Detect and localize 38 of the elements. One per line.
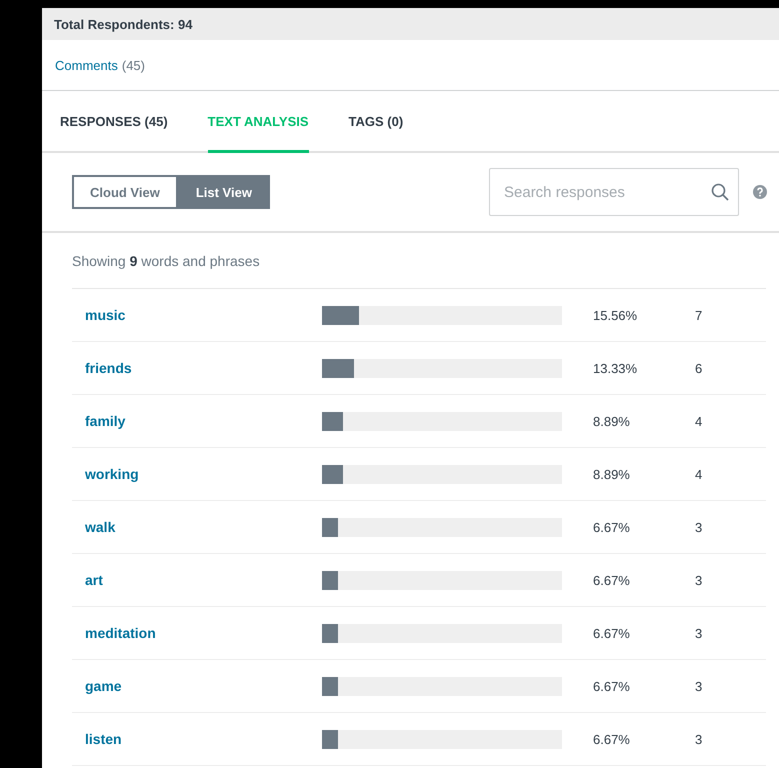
results-summary: Showing 9 words and phrases bbox=[72, 233, 766, 289]
percentage: 6.67% bbox=[593, 572, 631, 588]
word-link[interactable]: listen bbox=[72, 731, 322, 747]
word-link[interactable]: walk bbox=[72, 519, 322, 535]
help-icon[interactable] bbox=[753, 185, 767, 199]
view-toggle-button[interactable]: List View bbox=[178, 175, 270, 209]
percentage: 6.67% bbox=[593, 626, 631, 640]
word-link[interactable]: art bbox=[72, 572, 322, 588]
count: 3 bbox=[695, 520, 702, 534]
search-field[interactable]: Search responses bbox=[489, 168, 739, 216]
count: 3 bbox=[695, 626, 702, 640]
percentage: 6.67% bbox=[593, 678, 631, 694]
percentage: 8.89% bbox=[593, 466, 631, 482]
count: 3 bbox=[695, 572, 702, 588]
count: 3 bbox=[695, 678, 702, 694]
word-link[interactable]: meditation bbox=[72, 625, 322, 641]
word-link[interactable]: family bbox=[72, 413, 322, 429]
count: 6 bbox=[695, 360, 702, 376]
tab[interactable]: RESPONSES (45) bbox=[60, 91, 168, 153]
tab[interactable]: TAGS (0) bbox=[348, 91, 404, 153]
view-toggle-button[interactable]: Cloud View bbox=[72, 175, 178, 209]
total-respondents: Total Respondents: 94 bbox=[54, 16, 192, 32]
word-link[interactable]: music bbox=[72, 307, 322, 323]
word-link[interactable]: working bbox=[72, 466, 322, 482]
count: 3 bbox=[695, 732, 702, 746]
search-icon bbox=[711, 183, 729, 201]
count: 4 bbox=[695, 466, 702, 482]
percentage: 6.67% bbox=[593, 732, 631, 746]
word-link[interactable]: game bbox=[72, 678, 322, 694]
percentage: 13.33% bbox=[593, 360, 638, 376]
word-link[interactable]: friends bbox=[72, 360, 322, 376]
percentage: 8.89% bbox=[593, 414, 631, 428]
percentage: 15.56% bbox=[593, 308, 638, 322]
count: 4 bbox=[695, 414, 702, 428]
percentage: 6.67% bbox=[593, 520, 631, 534]
count: 7 bbox=[695, 308, 702, 322]
comments-count: (45) bbox=[122, 58, 145, 72]
comments-link[interactable]: Comments bbox=[55, 58, 118, 72]
